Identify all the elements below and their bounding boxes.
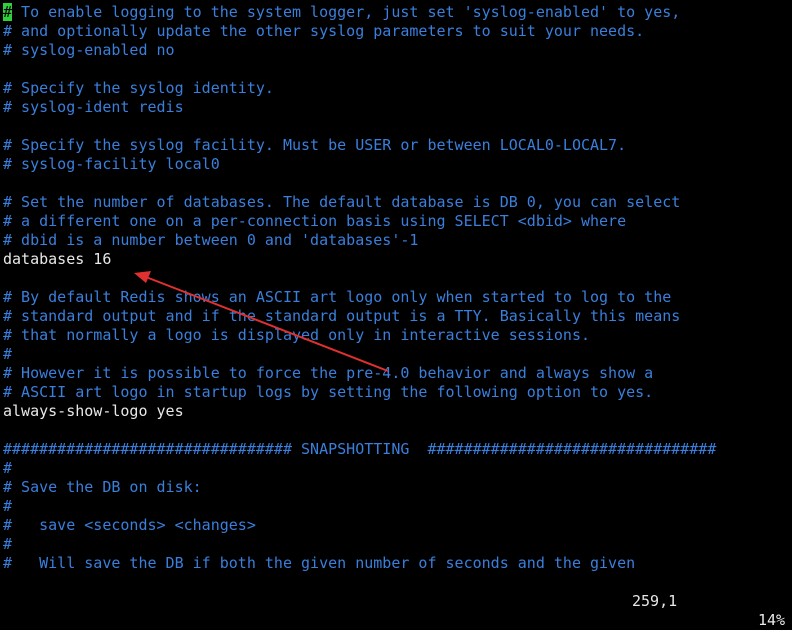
text-cursor: # — [3, 3, 13, 21]
editor-line: # Will save the DB if both the given num… — [3, 554, 636, 572]
editor-line: # By default Redis shows an ASCII art lo… — [3, 288, 672, 306]
editor-line: # Specify the syslog identity. — [3, 79, 274, 97]
editor-line: # syslog-ident redis — [3, 98, 184, 116]
editor-line: ################################ SNAPSHO… — [3, 440, 717, 458]
editor-line: # — [3, 459, 13, 477]
text-editor-buffer[interactable]: # To enable logging to the system logger… — [3, 3, 789, 573]
editor-line: # — [3, 535, 13, 553]
editor-line: # Set the number of databases. The defau… — [3, 193, 681, 211]
editor-line: # However it is possible to force the pr… — [3, 364, 654, 382]
editor-line: # save <seconds> <changes> — [3, 516, 256, 534]
editor-line: # ASCII art logo in startup logs by sett… — [3, 383, 654, 401]
editor-line: # To enable logging to the system logger… — [3, 3, 789, 22]
status-bar: 259,1 14% — [0, 573, 792, 629]
editor-line: databases 16 — [3, 250, 112, 268]
cursor-position: 259,1 — [632, 592, 678, 610]
editor-line: # a different one on a per-connection ba… — [3, 212, 627, 230]
editor-line-text: To enable logging to the system logger, … — [12, 3, 681, 21]
editor-line: # — [3, 497, 13, 515]
editor-line: # and optionally update the other syslog… — [3, 22, 645, 40]
scroll-percentage: 14% — [758, 611, 786, 629]
editor-line: # Save the DB on disk: — [3, 478, 202, 496]
editor-line: # — [3, 345, 13, 363]
editor-line: # syslog-facility local0 — [3, 155, 220, 173]
editor-line: # standard output and if the standard ou… — [3, 307, 681, 325]
editor-line: # that normally a logo is displayed only… — [3, 326, 590, 344]
editor-line: always-show-logo yes — [3, 402, 184, 420]
editor-line: # dbid is a number between 0 and 'databa… — [3, 231, 419, 249]
editor-line: # Specify the syslog facility. Must be U… — [3, 136, 627, 154]
editor-line: # syslog-enabled no — [3, 41, 175, 59]
